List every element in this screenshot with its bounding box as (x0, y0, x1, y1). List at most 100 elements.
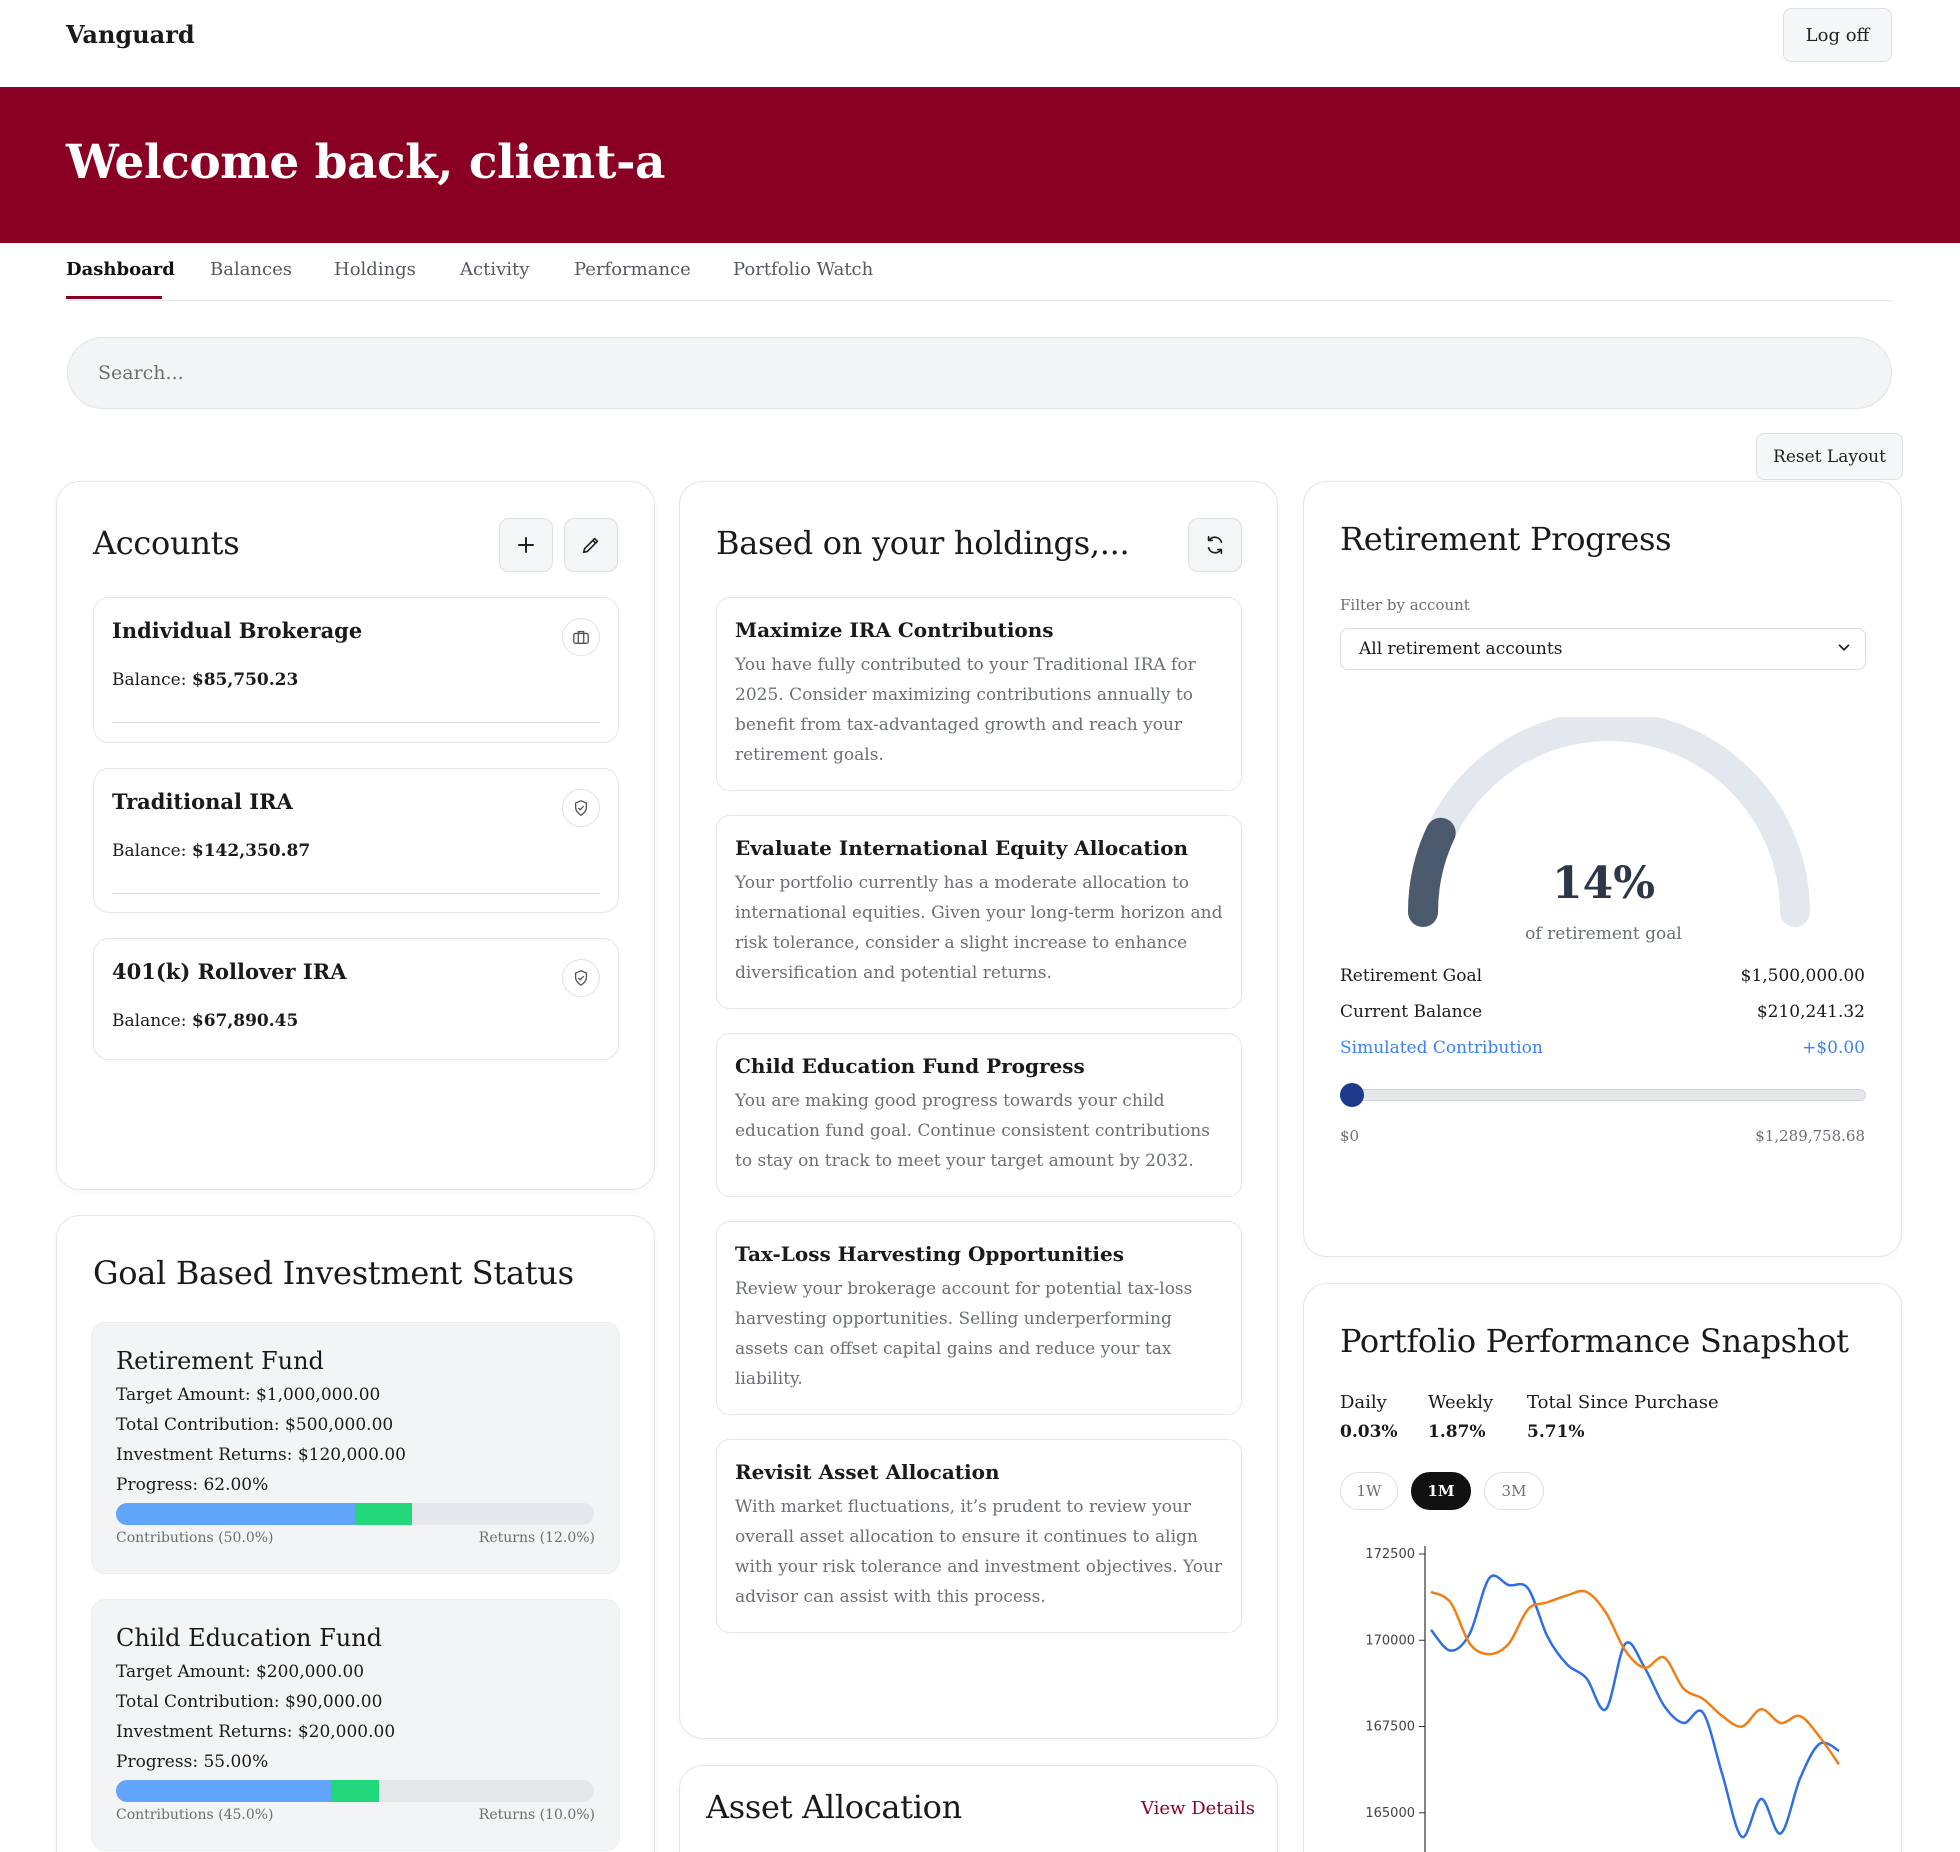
main-tabs: Dashboard Balances Holdings Activity Per… (66, 243, 1892, 301)
weekly-value: 1.87% (1428, 1422, 1486, 1442)
tab-performance[interactable]: Performance (574, 259, 691, 280)
y-tick-label: 170000 (1365, 1633, 1415, 1648)
retirement-title: Retirement Progress (1340, 520, 1672, 558)
total-since-purchase-label: Total Since Purchase (1527, 1392, 1719, 1413)
edit-accounts-button[interactable] (564, 518, 618, 572)
add-account-button[interactable] (499, 518, 553, 572)
briefcase-icon[interactable] (562, 618, 600, 656)
recommendation-body: With market fluctuations, it’s prudent t… (735, 1497, 1223, 1607)
account-item[interactable]: Traditional IRA Balance: $142,350.87 (93, 768, 619, 913)
account-name: Traditional IRA (112, 789, 293, 814)
tab-activity[interactable]: Activity (460, 259, 529, 280)
series-lines (1430, 1574, 1841, 1839)
logoff-button[interactable]: Log off (1783, 8, 1892, 62)
tab-balances[interactable]: Balances (210, 259, 292, 280)
gauge-percent: 14% (1551, 858, 1656, 909)
returns-fill (331, 1780, 379, 1802)
daily-value: 0.03% (1340, 1422, 1398, 1442)
total-since-purchase-value: 5.71% (1527, 1422, 1585, 1442)
recommendation-body: You are making good progress towards you… (735, 1091, 1210, 1171)
divider (112, 722, 600, 723)
contribution-slider-track[interactable] (1340, 1089, 1866, 1101)
tab-holdings[interactable]: Holdings (334, 259, 416, 280)
goal-progress: Progress: 62.00% (116, 1475, 269, 1495)
tab-portfolio-watch[interactable]: Portfolio Watch (733, 259, 873, 280)
contributions-label: Contributions (45.0%) (116, 1807, 274, 1823)
recommendation-item[interactable]: Maximize IRA Contributions You have full… (716, 597, 1242, 791)
goal-progress-bar (116, 1780, 594, 1802)
y-tick-label: 167500 (1365, 1720, 1415, 1735)
shield-icon[interactable] (562, 959, 600, 997)
account-filter-select[interactable]: All retirement accounts (1340, 628, 1866, 670)
account-name: Individual Brokerage (112, 618, 363, 643)
gauge-caption: of retirement goal (1525, 924, 1682, 944)
simulated-contribution-label: Simulated Contribution (1340, 1038, 1543, 1058)
recommendation-item[interactable]: Evaluate International Equity Allocation… (716, 815, 1242, 1009)
recommendations-card: Based on your holdings,... Maximize IRA … (679, 481, 1278, 1739)
refresh-recommendations-button[interactable] (1188, 518, 1242, 572)
contribution-slider-thumb[interactable] (1340, 1083, 1364, 1107)
recommendation-title: Evaluate International Equity Allocation (735, 836, 1189, 860)
goal-progress: Progress: 55.00% (116, 1752, 269, 1772)
retirement-goal-label: Retirement Goal (1340, 966, 1483, 986)
performance-line-chart: 162500165000167500170000172500 (1365, 1546, 1841, 1852)
retirement-card: Retirement Progress Filter by account Al… (1303, 481, 1902, 1257)
filter-label: Filter by account (1340, 596, 1470, 614)
search-input[interactable] (67, 337, 1892, 409)
goal-name: Child Education Fund (116, 1624, 383, 1652)
slider-max-label: $1,289,758.68 (1755, 1127, 1865, 1145)
y-tick-label: 172500 (1365, 1547, 1415, 1562)
goal-progress-bar (116, 1503, 594, 1525)
goals-card: Goal Based Investment Status Retirement … (56, 1215, 655, 1852)
tab-dashboard[interactable]: Dashboard (66, 259, 175, 280)
account-filter-value: All retirement accounts (1359, 639, 1563, 659)
recommendation-title: Revisit Asset Allocation (735, 1460, 1000, 1484)
contributions-label: Contributions (50.0%) (116, 1530, 274, 1546)
goal-contribution: Total Contribution: $90,000.00 (116, 1692, 383, 1712)
recommendation-title: Child Education Fund Progress (735, 1054, 1085, 1078)
contributions-fill (116, 1780, 332, 1802)
brand-logo[interactable]: Vanguard (66, 20, 195, 49)
active-tab-indicator (66, 296, 162, 299)
range-1w-button[interactable]: 1W (1340, 1472, 1398, 1510)
performance-title: Portfolio Performance Snapshot (1340, 1322, 1849, 1360)
daily-label: Daily (1340, 1392, 1387, 1413)
range-1m-button[interactable]: 1M (1411, 1472, 1471, 1510)
performance-card: Portfolio Performance Snapshot Daily 0.0… (1303, 1283, 1902, 1852)
y-tick-label: 165000 (1365, 1806, 1415, 1821)
simulated-contribution-value: +$0.00 (1802, 1038, 1865, 1058)
series-line-2 (1430, 1589, 1841, 1766)
top-bar: Vanguard Log off (0, 0, 1960, 87)
recommendation-item[interactable]: Child Education Fund Progress You are ma… (716, 1033, 1242, 1197)
reset-layout-button[interactable]: Reset Layout (1756, 433, 1903, 480)
shield-icon[interactable] (562, 789, 600, 827)
account-item[interactable]: Individual Brokerage Balance: $85,750.23 (93, 597, 619, 743)
weekly-label: Weekly (1428, 1392, 1494, 1413)
goal-returns: Investment Returns: $20,000.00 (116, 1722, 396, 1742)
pencil-icon (582, 537, 599, 554)
account-item[interactable]: 401(k) Rollover IRA Balance: $67,890.45 (93, 938, 619, 1060)
returns-label: Returns (10.0%) (478, 1807, 595, 1823)
account-balance: Balance: $85,750.23 (112, 670, 299, 690)
retirement-goal-value: $1,500,000.00 (1740, 966, 1865, 986)
account-balance: Balance: $67,890.45 (112, 1011, 299, 1031)
refresh-icon (1207, 535, 1223, 555)
slider-min-label: $0 (1340, 1127, 1360, 1145)
accounts-title: Accounts (93, 524, 240, 562)
recommendation-title: Tax-Loss Harvesting Opportunities (735, 1242, 1125, 1266)
goal-item: Child Education Fund Target Amount: $200… (91, 1599, 620, 1851)
divider (112, 893, 600, 894)
welcome-banner: Welcome back, client-a (0, 87, 1960, 243)
range-3m-button[interactable]: 3M (1484, 1472, 1544, 1510)
returns-label: Returns (12.0%) (478, 1530, 595, 1546)
recommendation-item[interactable]: Tax-Loss Harvesting Opportunities Review… (716, 1221, 1242, 1415)
plus-icon (518, 537, 534, 553)
series-line-1 (1430, 1574, 1840, 1839)
contributions-fill (116, 1503, 355, 1525)
recommendation-body: You have fully contributed to your Tradi… (735, 655, 1196, 765)
view-details-link[interactable]: View Details (1141, 1798, 1255, 1819)
y-axis: 162500165000167500170000172500 (1365, 1546, 1426, 1852)
welcome-title: Welcome back, client-a (66, 135, 665, 190)
recommendation-item[interactable]: Revisit Asset Allocation With market flu… (716, 1439, 1242, 1633)
account-name: 401(k) Rollover IRA (112, 959, 347, 984)
